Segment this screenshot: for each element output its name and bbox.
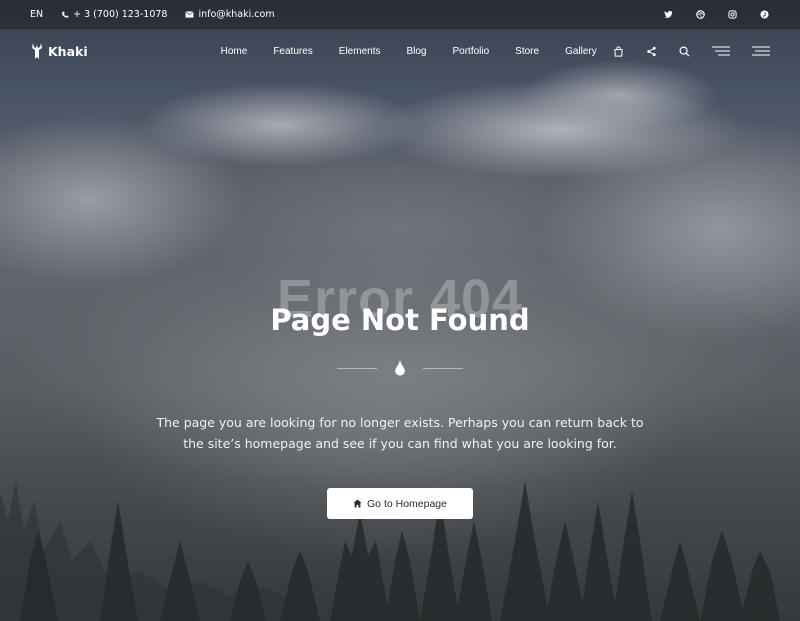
go-to-homepage-button[interactable]: Go to Homepage — [327, 488, 473, 519]
go-to-homepage-label: Go to Homepage — [367, 497, 447, 510]
error-description: The page you are looking for no longer e… — [156, 415, 644, 451]
error-hero: Error 404 Page Not Found The page you ar… — [0, 0, 800, 621]
home-icon — [353, 499, 362, 508]
title-divider — [337, 358, 463, 378]
page-title: Page Not Found — [270, 303, 530, 337]
divider-line-left — [337, 367, 377, 369]
divider-line-right — [423, 367, 463, 369]
drop-icon — [395, 360, 405, 376]
